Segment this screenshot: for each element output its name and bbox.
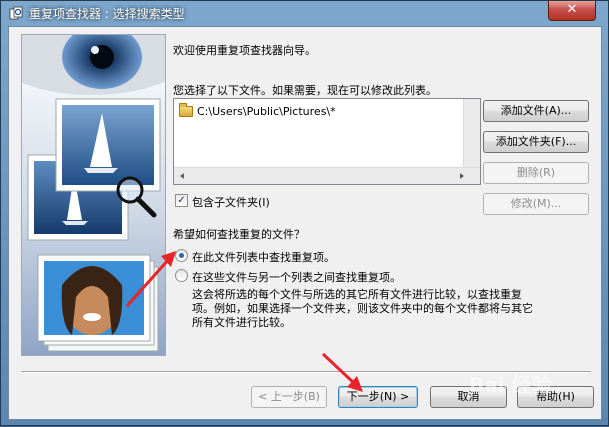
search-question-heading: 希望如何查找重复的文件？ <box>173 228 305 241</box>
option-description-line-3: 所有文件进行比较。 <box>192 316 291 329</box>
include-subfolders-label[interactable]: 包含子文件夹(I) <box>192 194 270 210</box>
back-button[interactable]: < 上一步(B) <box>251 386 327 408</box>
file-list[interactable]: C:\Users\Public\Pictures\* <box>173 98 481 185</box>
wizard-side-illustration <box>21 34 166 356</box>
folder-icon <box>179 102 193 117</box>
vertical-scrollbar[interactable] <box>463 99 480 167</box>
wizard-intro-text: 欢迎使用重复项查找器向导。 <box>173 44 316 57</box>
radio-search-in-list[interactable] <box>175 249 188 262</box>
add-file-button[interactable]: 添加文件(A)... <box>483 100 589 122</box>
close-icon: ✕ <box>566 2 578 17</box>
next-button[interactable]: 下一步(N) > <box>338 386 418 408</box>
duplicate-finder-app-icon <box>9 6 23 20</box>
file-list-prompt: 您选择了以下文件。如果需要，现在可以修改此列表。 <box>173 84 437 97</box>
radio-search-between-lists-label[interactable]: 在这些文件与另一个列表之间查找重复项。 <box>192 269 401 285</box>
watermark: Bai 经验 <box>469 373 552 397</box>
window-title: 重复项查找器 : 选择搜索类型 <box>29 7 185 21</box>
title-bar[interactable]: 重复项查找器 : 选择搜索类型 ✕ <box>1 1 608 25</box>
list-item[interactable]: C:\Users\Public\Pictures\* <box>179 102 336 119</box>
horizontal-scrollbar[interactable] <box>174 167 480 184</box>
add-folder-button[interactable]: 添加文件夹(F)... <box>483 131 589 153</box>
scrollbar-arrows <box>180 168 480 184</box>
checkmark-icon: ✓ <box>177 195 186 206</box>
radio-search-in-list-label[interactable]: 在此文件列表中查找重复项。 <box>192 249 335 265</box>
file-path: C:\Users\Public\Pictures\* <box>197 104 336 118</box>
include-subfolders-checkbox[interactable]: ✓ <box>175 194 188 207</box>
eye-photos-artwork <box>22 35 165 352</box>
wizard-window: 重复项查找器 : 选择搜索类型 ✕ 欢迎使用重复项查找器向导。 您选择了以下文件… <box>0 0 609 426</box>
radio-search-between-lists[interactable] <box>175 269 188 282</box>
modify-button[interactable]: 修改(M)... <box>483 193 589 215</box>
remove-button[interactable]: 删除(R) <box>483 162 589 184</box>
close-button[interactable]: ✕ <box>548 1 596 21</box>
wizard-client-area: 欢迎使用重复项查找器向导。 您选择了以下文件。如果需要，现在可以修改此列表。 C… <box>8 26 602 420</box>
